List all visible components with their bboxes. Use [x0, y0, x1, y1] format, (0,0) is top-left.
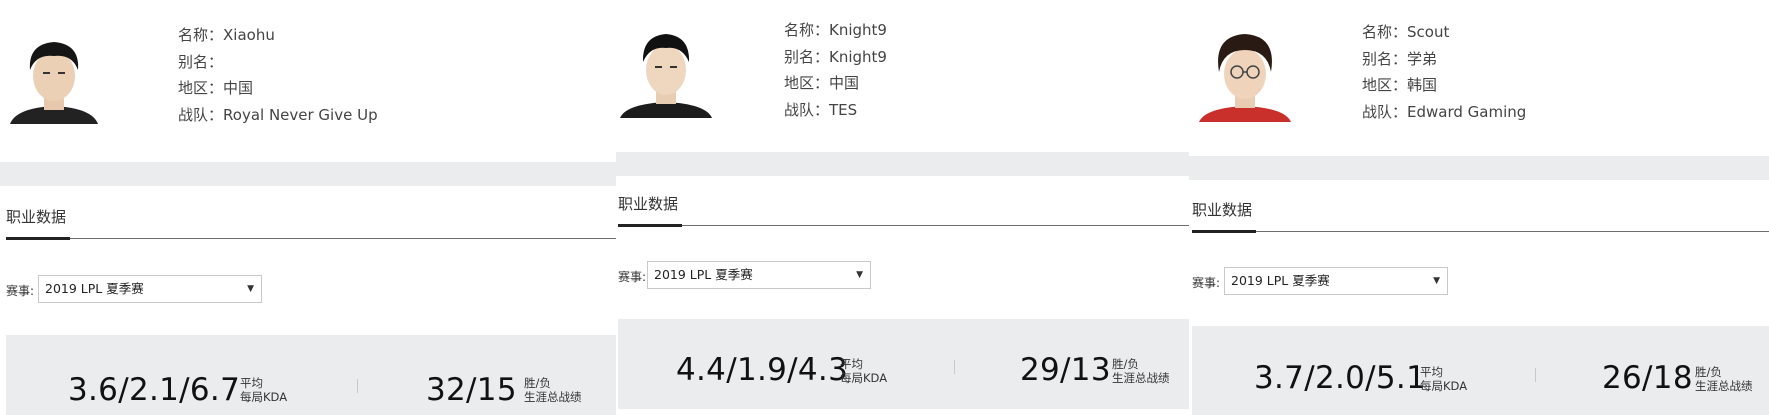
region-value: 中国 [829, 74, 860, 92]
filter-label: 赛事: [1192, 276, 1221, 290]
team-label: 战队： [784, 100, 830, 119]
record-caption: 胜/负 生涯总战绩 [524, 376, 582, 404]
team-label: 战队： [1362, 102, 1408, 121]
alias-value: Knight9 [829, 47, 887, 66]
player-avatar [6, 24, 102, 124]
player-card-scout: 名称：Scout 别名：学弟 地区：韩国 战队：Edward Gaming 职业… [1189, 0, 1769, 415]
name-row: 名称：Knight9 [784, 17, 887, 44]
team-label: 战队： [178, 105, 224, 124]
record-caption-line2: 生涯总战绩 [524, 390, 582, 404]
record-caption-line2: 生涯总战绩 [1695, 379, 1753, 393]
section-rule [618, 225, 1189, 226]
kda-caption-line2: 每局KDA [1420, 379, 1468, 393]
record-value: 32/15 [426, 372, 517, 408]
player-info: 名称：Xiaohu 别名： 地区：中国 战队：Royal Never Give … [178, 22, 378, 128]
kda-value: 3.7/2.0/5.1 [1254, 360, 1427, 396]
name-value: Knight9 [829, 21, 887, 39]
team-value: TES [829, 100, 858, 119]
name-value: Xiaohu [223, 26, 275, 44]
region-row: 地区：韩国 [1362, 72, 1526, 99]
section-title: 职业数据 [6, 208, 67, 226]
caret-down-icon: ▼ [856, 270, 863, 280]
caret-down-icon: ▼ [1433, 276, 1440, 286]
alias-label: 别名： [784, 47, 830, 66]
season-select-value: 2019 LPL 夏季赛 [45, 281, 144, 296]
name-row: 名称：Xiaohu [178, 22, 378, 49]
season-select-value: 2019 LPL 夏季赛 [1231, 273, 1330, 288]
filter-label: 赛事: [618, 270, 647, 284]
kda-caption: 平均 每局KDA [840, 357, 887, 385]
section-title: 职业数据 [618, 195, 679, 213]
separator-band [1189, 156, 1769, 180]
region-row: 地区：中国 [178, 75, 378, 102]
name-row: 名称：Scout [1362, 19, 1526, 46]
alias-label: 别名： [1362, 49, 1408, 68]
alias-row: 别名：学弟 [1362, 46, 1526, 73]
region-label: 地区： [178, 79, 224, 97]
stats-divider [954, 360, 955, 374]
region-label: 地区： [1362, 76, 1408, 94]
alias-row: 别名：Knight9 [784, 44, 887, 71]
alias-value: 学弟 [1407, 49, 1438, 68]
kda-caption-line1: 平均 [240, 376, 263, 390]
team-row: 战队：Royal Never Give Up [178, 102, 378, 129]
player-avatar [1197, 22, 1293, 122]
separator-band [616, 152, 1189, 176]
section-active-underline [1192, 230, 1256, 233]
stats-divider [1535, 368, 1536, 382]
player-card-knight9: 名称：Knight9 别名：Knight9 地区：中国 战队：TES 职业数据 … [616, 0, 1189, 415]
season-select[interactable]: 2019 LPL 夏季赛 ▼ [647, 261, 871, 289]
season-select[interactable]: 2019 LPL 夏季赛 ▼ [38, 275, 262, 303]
kda-caption: 平均 每局KDA [1420, 365, 1467, 393]
kda-caption-line2: 每局KDA [240, 390, 288, 404]
record-caption: 胜/负 生涯总战绩 [1695, 365, 1753, 393]
filter-label: 赛事: [6, 284, 35, 298]
section-active-underline [618, 224, 682, 227]
record-caption-line1: 胜/负 [1695, 365, 1722, 379]
separator-band [0, 162, 616, 186]
section-rule [1192, 231, 1769, 232]
record-caption-line2: 生涯总战绩 [1112, 371, 1170, 385]
kda-caption: 平均 每局KDA [240, 376, 287, 404]
alias-label: 别名： [178, 52, 224, 71]
alias-row: 别名： [178, 49, 378, 76]
record-caption-line1: 胜/负 [524, 376, 551, 390]
section-title: 职业数据 [1192, 201, 1253, 219]
record-caption: 胜/负 生涯总战绩 [1112, 357, 1170, 385]
player-info: 名称：Scout 别名：学弟 地区：韩国 战队：Edward Gaming [1362, 19, 1526, 125]
kda-value: 3.6/2.1/6.7 [68, 372, 241, 408]
kda-caption-line1: 平均 [1420, 365, 1443, 379]
region-row: 地区：中国 [784, 70, 887, 97]
team-value: Royal Never Give Up [223, 105, 378, 124]
section-active-underline [6, 237, 70, 240]
player-avatar [618, 18, 714, 118]
name-value: Scout [1407, 23, 1450, 41]
name-label: 名称： [784, 21, 830, 39]
stats-divider [357, 379, 358, 393]
team-row: 战队：TES [784, 97, 887, 124]
kda-value: 4.4/1.9/4.3 [676, 352, 849, 388]
record-value: 26/18 [1602, 360, 1693, 396]
caret-down-icon: ▼ [247, 284, 254, 294]
season-select[interactable]: 2019 LPL 夏季赛 ▼ [1224, 267, 1448, 295]
kda-caption-line1: 平均 [840, 357, 863, 371]
name-label: 名称： [178, 26, 224, 44]
kda-caption-line2: 每局KDA [840, 371, 888, 385]
region-label: 地区： [784, 74, 830, 92]
team-row: 战队：Edward Gaming [1362, 99, 1526, 126]
season-select-value: 2019 LPL 夏季赛 [654, 267, 753, 282]
record-caption-line1: 胜/负 [1112, 357, 1139, 371]
section-rule [6, 238, 616, 239]
name-label: 名称： [1362, 23, 1408, 41]
region-value: 韩国 [1407, 76, 1438, 94]
team-value: Edward Gaming [1407, 102, 1527, 121]
region-value: 中国 [223, 79, 254, 97]
record-value: 29/13 [1020, 352, 1111, 388]
player-info: 名称：Knight9 别名：Knight9 地区：中国 战队：TES [784, 17, 887, 123]
player-card-xiaohu: 名称：Xiaohu 别名： 地区：中国 战队：Royal Never Give … [0, 0, 616, 415]
